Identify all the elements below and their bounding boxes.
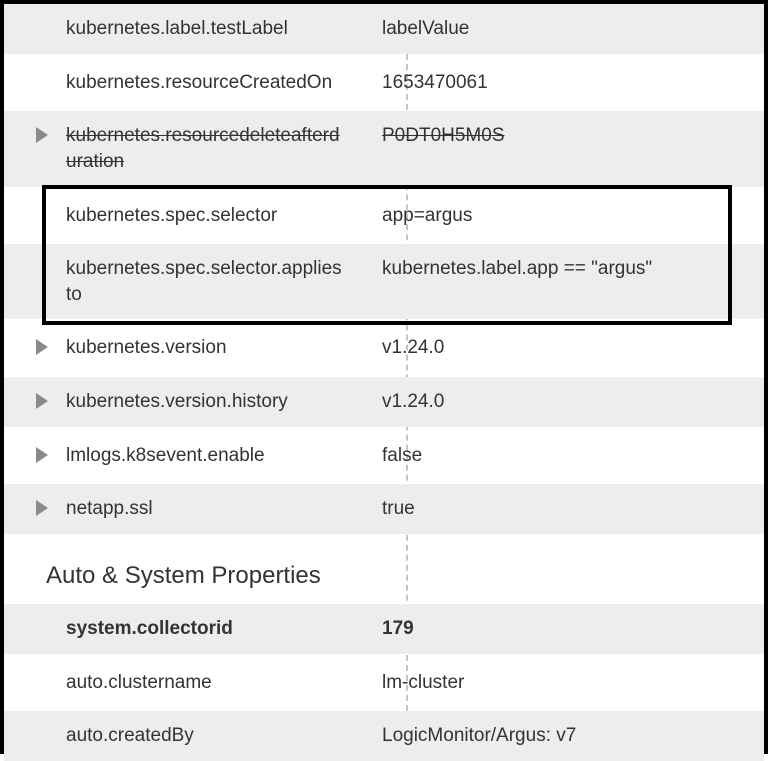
- property-row: netapp.ssltrue: [4, 484, 764, 534]
- section-title: Auto & System Properties: [4, 534, 764, 604]
- expand-column: [4, 431, 60, 463]
- property-key: system.collectorid: [60, 604, 360, 654]
- property-key: kubernetes.version.history: [60, 377, 360, 427]
- property-row: kubernetes.spec.selectorapp=argus: [4, 191, 764, 241]
- property-key: kubernetes.resourcedeleteafterduration: [60, 111, 360, 186]
- expand-column: [4, 484, 60, 516]
- property-key: auto.clustername: [60, 658, 360, 708]
- property-value: P0DT0H5M0S: [360, 111, 764, 161]
- expand-icon[interactable]: [36, 339, 48, 355]
- expand-column: [4, 604, 60, 618]
- expand-icon[interactable]: [36, 447, 48, 463]
- property-row: lmlogs.k8sevent.enablefalse: [4, 431, 764, 481]
- property-row: auto.clusternamelm-cluster: [4, 658, 764, 708]
- property-value: app=argus: [360, 191, 764, 241]
- expand-column: [4, 4, 60, 18]
- property-row: kubernetes.label.testLabellabelValue: [4, 4, 764, 54]
- property-key: kubernetes.label.testLabel: [60, 4, 360, 54]
- property-row: system.collectorid179: [4, 604, 764, 654]
- property-value: false: [360, 431, 764, 481]
- property-row: kubernetes.version.historyv1.24.0: [4, 377, 764, 427]
- expand-column: [4, 323, 60, 355]
- expand-column: [4, 658, 60, 672]
- property-value: labelValue: [360, 4, 764, 54]
- property-value: kubernetes.label.app == "argus": [360, 244, 764, 294]
- expand-icon[interactable]: [36, 500, 48, 516]
- expand-icon[interactable]: [36, 127, 48, 143]
- expand-column: [4, 377, 60, 409]
- property-key: lmlogs.k8sevent.enable: [60, 431, 360, 481]
- property-key: kubernetes.spec.selector: [60, 191, 360, 241]
- property-key: kubernetes.resourceCreatedOn: [60, 58, 360, 108]
- property-row: kubernetes.resourcedeleteafterdurationP0…: [4, 111, 764, 186]
- property-row: kubernetes.resourceCreatedOn1653470061: [4, 58, 764, 108]
- expand-column: [4, 711, 60, 725]
- property-row: kubernetes.versionv1.24.0: [4, 323, 764, 373]
- expand-column: [4, 111, 60, 143]
- property-key: netapp.ssl: [60, 484, 360, 534]
- property-key: kubernetes.version: [60, 323, 360, 373]
- expand-column: [4, 58, 60, 72]
- property-value: 1653470061: [360, 58, 764, 108]
- property-value: v1.24.0: [360, 323, 764, 373]
- expand-column: [4, 191, 60, 205]
- expand-icon[interactable]: [36, 393, 48, 409]
- property-value: 179: [360, 604, 764, 654]
- property-value: lm-cluster: [360, 658, 764, 708]
- property-row: kubernetes.spec.selector.appliestokubern…: [4, 244, 764, 319]
- property-value: v1.24.0: [360, 377, 764, 427]
- property-key: kubernetes.spec.selector.appliesto: [60, 244, 360, 319]
- property-value: true: [360, 484, 764, 534]
- expand-column: [4, 244, 60, 258]
